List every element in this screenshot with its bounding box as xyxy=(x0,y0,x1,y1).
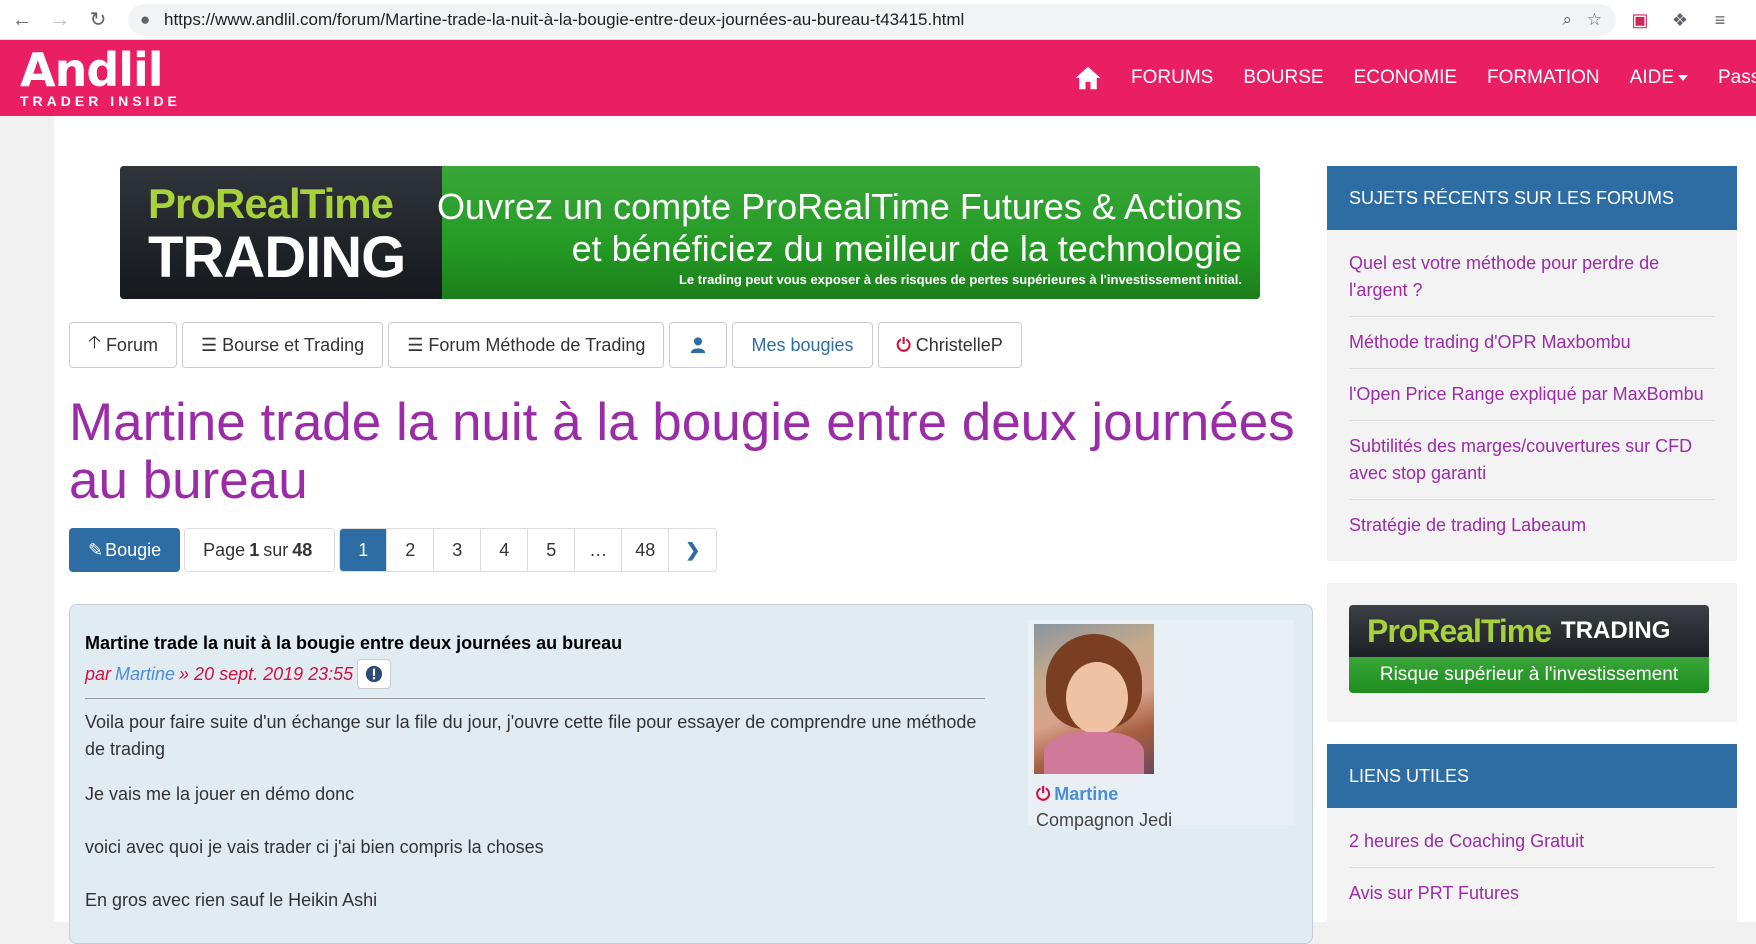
banner-brand: ProRealTime xyxy=(148,180,394,227)
url-text[interactable]: https://www.andlil.com/forum/Martine-tra… xyxy=(164,4,964,36)
forum-button[interactable]: 🡡 Forum xyxy=(69,322,177,368)
pager: 1 2 3 4 5 … 48 ❯ xyxy=(339,528,718,572)
site-header: Andlil TRADER INSIDE FORUMS BOURSE ECONO… xyxy=(0,40,1756,116)
recent-topic-link[interactable]: l'Open Price Range expliqué par MaxBombu xyxy=(1349,369,1715,421)
report-button[interactable] xyxy=(357,659,392,689)
page-link[interactable]: 1 xyxy=(340,529,388,571)
top-navigation: FORUMS BOURSE ECONOMIE FORMATION AIDE Pa… xyxy=(1073,40,1756,116)
exclamation-icon xyxy=(366,665,383,683)
site-info-icon[interactable]: ● xyxy=(140,4,150,36)
logout-button[interactable]: ⏻ ChristelleP xyxy=(877,322,1022,368)
post-paragraph: Voila pour faire suite d'un échange sur … xyxy=(85,712,977,759)
recent-topic-link[interactable]: Quel est votre méthode pour perdre de l'… xyxy=(1349,238,1715,317)
forum-toolbar: 🡡 Forum ☰ Bourse et Trading ☰ Forum Méth… xyxy=(69,322,1027,368)
online-power-icon: ⏻ xyxy=(1036,784,1051,804)
reload-icon[interactable]: ↻ xyxy=(84,6,112,34)
recent-topic-link[interactable]: Subtilités des marges/couvertures sur CF… xyxy=(1349,421,1715,500)
zoom-icon[interactable]: ⌕ xyxy=(1562,4,1572,36)
main-content: ProRealTime TRADING Ouvrez un compte Pro… xyxy=(54,116,1314,944)
pocket-extension-icon[interactable]: ▣ xyxy=(1626,6,1654,34)
banner-disclaimer: Le trading peut vous exposer à des risqu… xyxy=(678,272,1242,287)
page-link[interactable]: 5 xyxy=(528,529,576,571)
post-date: » 20 sept. 2019 23:55 xyxy=(179,663,354,684)
edit-icon: ✎ xyxy=(88,539,104,560)
page-title[interactable]: Martine trade la nuit à la bougie entre … xyxy=(69,394,1309,510)
post-meta: par Martine » 20 sept. 2019 23:55 xyxy=(85,659,392,689)
post-paragraph: voici avec quoi je vais trader ci j'ai b… xyxy=(85,837,544,857)
post-divider xyxy=(85,698,985,699)
sidebar: SUJETS RÉCENTS SUR LES FORUMS Quel est v… xyxy=(1314,116,1756,922)
useful-links-panel: LIENS UTILES 2 heures de Coaching Gratui… xyxy=(1327,744,1737,922)
nav-formation[interactable]: FORMATION xyxy=(1487,67,1600,89)
pagination-row: ✎ Bougie Page 1 sur 48 1 2 3 4 5 … 48 ❯ xyxy=(69,528,718,572)
prorealtime-banner[interactable]: ProRealTime TRADING Ouvrez un compte Pro… xyxy=(120,166,1260,299)
arrow-up-icon: 🡡 xyxy=(88,332,101,352)
home-icon[interactable] xyxy=(1073,63,1103,93)
recent-topics-heading: SUJETS RÉCENTS SUR LES FORUMS xyxy=(1327,166,1737,230)
nav-economie[interactable]: ECONOMIE xyxy=(1354,67,1457,89)
page-link[interactable]: 2 xyxy=(387,529,435,571)
back-arrow-icon[interactable]: ← xyxy=(8,6,36,34)
address-bar[interactable]: ● https://www.andlil.com/forum/Martine-t… xyxy=(128,4,1616,36)
recent-topic-link[interactable]: Méthode trading d'OPR Maxbombu xyxy=(1349,317,1715,369)
banner-headline-2: et bénéficiez du meilleur de la technolo… xyxy=(571,228,1242,269)
page-ellipsis[interactable]: … xyxy=(575,529,623,571)
reading-list-icon[interactable]: ≡ xyxy=(1706,6,1734,34)
bourse-trading-button[interactable]: ☰ Bourse et Trading xyxy=(181,322,384,368)
recent-topic-link[interactable]: Stratégie de trading Labeaum xyxy=(1349,500,1715,551)
extensions-puzzle-icon[interactable]: ❖ xyxy=(1666,6,1694,34)
list-icon: ☰ xyxy=(200,334,218,355)
post-paragraph: En gros avec rien sauf le Heikin Ashi xyxy=(85,890,378,910)
profile-rank: Compagnon Jedi xyxy=(1036,810,1173,830)
mes-bougies-button[interactable]: Mes bougies xyxy=(732,322,873,368)
browser-toolbar: ← → ↻ ● https://www.andlil.com/forum/Mar… xyxy=(0,0,1756,40)
nav-passion[interactable]: Passion xyxy=(1718,67,1756,89)
useful-links-heading: LIENS UTILES xyxy=(1327,744,1737,808)
new-post-button[interactable]: ✎ Bougie xyxy=(69,528,181,572)
prorealtime-ad[interactable]: ProRealTime TRADING Risque supérieur à l… xyxy=(1349,605,1709,693)
page-link[interactable]: 4 xyxy=(481,529,529,571)
user-profile-button[interactable] xyxy=(669,322,728,368)
page-info: Page 1 sur 48 xyxy=(184,528,336,572)
next-page-chevron-icon[interactable]: ❯ xyxy=(669,529,716,571)
nav-aide[interactable]: AIDE xyxy=(1630,67,1688,89)
recent-topics-panel: SUJETS RÉCENTS SUR LES FORUMS Quel est v… xyxy=(1327,166,1737,561)
nav-forums[interactable]: FORUMS xyxy=(1131,67,1213,89)
user-icon xyxy=(691,337,706,354)
methode-trading-button[interactable]: ☰ Forum Méthode de Trading xyxy=(388,322,665,368)
banner-brand-trading: TRADING xyxy=(148,225,406,290)
avatar[interactable] xyxy=(1034,624,1154,774)
forward-arrow-icon[interactable]: → xyxy=(46,6,74,34)
profile-name[interactable]: ⏻ Martine xyxy=(1036,784,1118,805)
nav-bourse[interactable]: BOURSE xyxy=(1243,67,1323,89)
page-link[interactable]: 48 xyxy=(622,529,670,571)
andlil-logo[interactable]: Andlil TRADER INSIDE xyxy=(20,44,181,108)
caret-down-icon xyxy=(1678,74,1688,81)
post-paragraph: Je vais me la jouer en démo donc xyxy=(85,784,355,804)
page-link[interactable]: 3 xyxy=(434,529,482,571)
power-icon: ⏻ xyxy=(896,334,911,355)
post-author-link[interactable]: Martine xyxy=(115,664,175,685)
post-title[interactable]: Martine trade la nuit à la bougie entre … xyxy=(85,633,622,654)
list-icon: ☰ xyxy=(407,334,424,355)
forum-post: Martine trade la nuit à la bougie entre … xyxy=(69,604,1313,944)
author-profile: ⏻ Martine Compagnon Jedi xyxy=(1028,620,1293,830)
useful-link[interactable]: Avis sur PRT Futures xyxy=(1349,868,1715,919)
useful-link[interactable]: 2 heures de Coaching Gratuit xyxy=(1349,816,1715,868)
banner-headline-1: Ouvrez un compte ProRealTime Futures & A… xyxy=(437,186,1242,227)
bookmark-star-icon[interactable]: ☆ xyxy=(1587,4,1602,36)
